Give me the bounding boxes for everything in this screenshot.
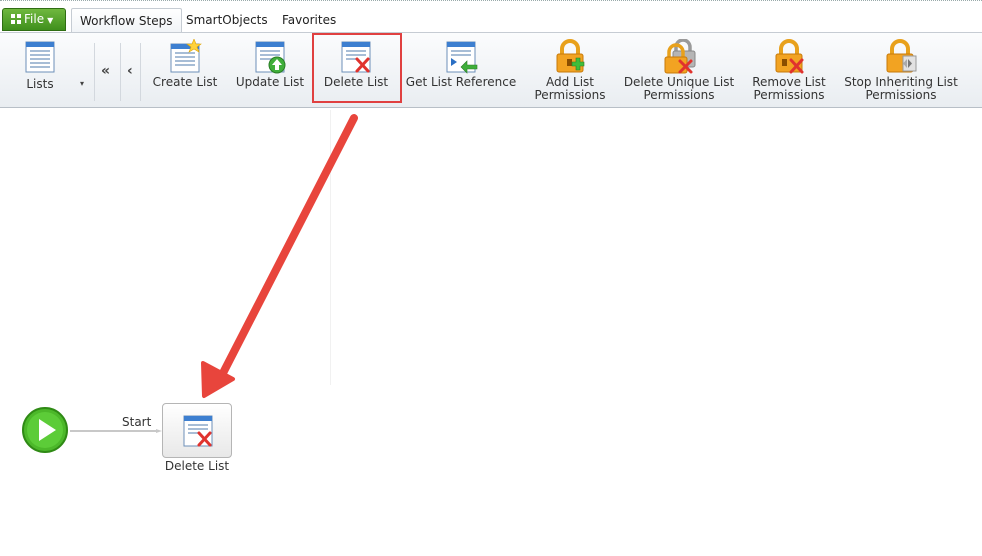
annotation-arrow bbox=[201, 114, 358, 398]
start-node-play-icon[interactable] bbox=[21, 406, 69, 454]
start-connector-line[interactable] bbox=[70, 429, 162, 433]
delete-list-step-node[interactable] bbox=[162, 403, 232, 458]
delete-list-icon bbox=[183, 415, 213, 447]
step-label: Delete List bbox=[164, 459, 230, 473]
connector-label: Start bbox=[122, 415, 152, 429]
